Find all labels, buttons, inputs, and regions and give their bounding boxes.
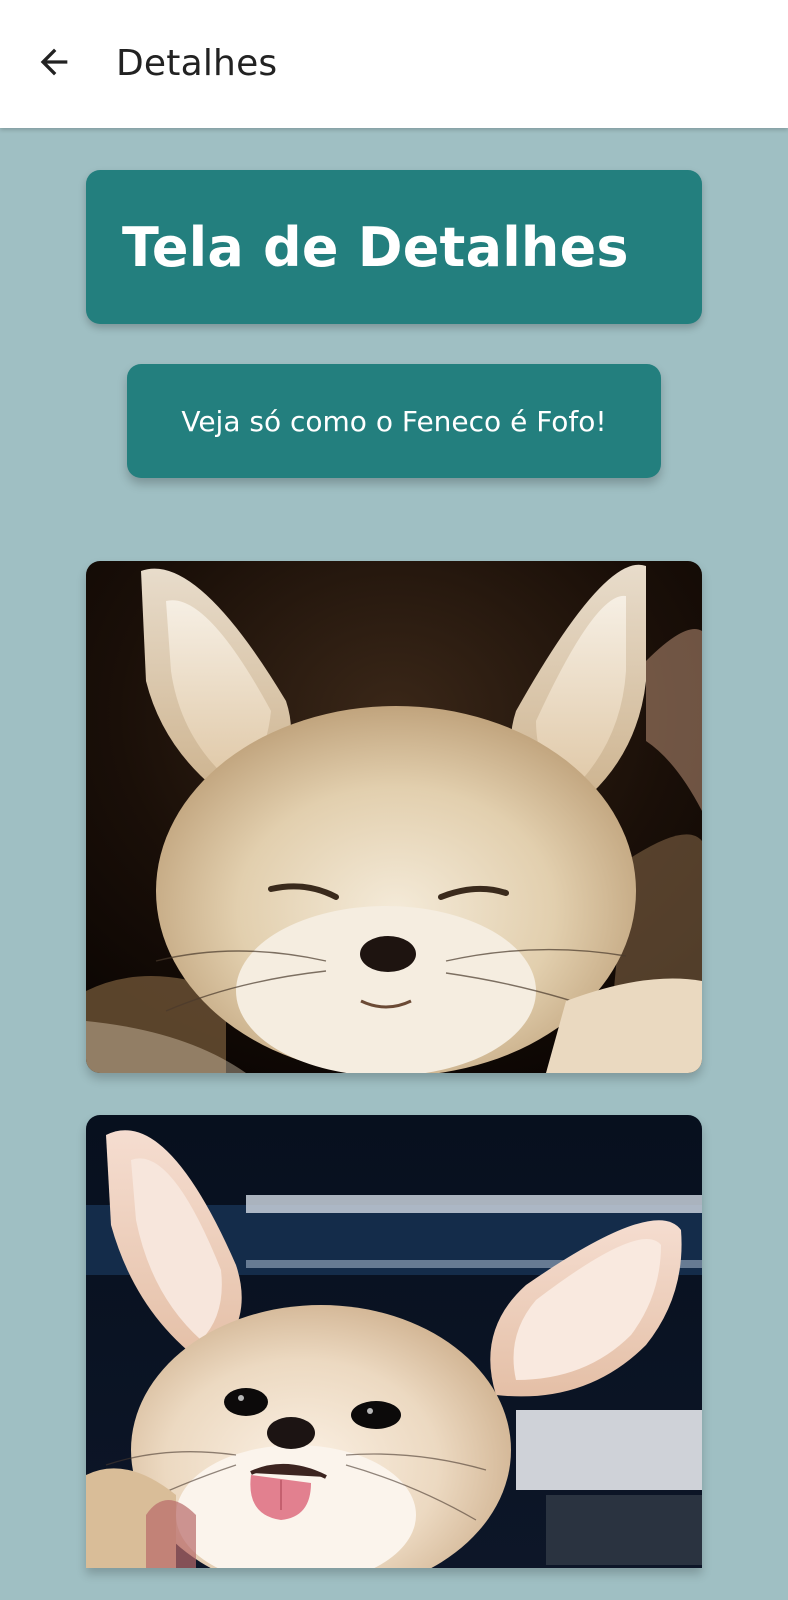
fennec-photo-2 — [86, 1115, 702, 1568]
details-header-card: Tela de Detalhes — [86, 170, 702, 324]
back-button[interactable] — [22, 30, 86, 94]
fennec-squinting-image — [86, 561, 702, 1073]
app-bar: Detalhes — [0, 0, 788, 128]
fennec-cute-button[interactable]: Veja só como o Feneco é Fofo! — [127, 364, 661, 478]
details-title: Tela de Detalhes — [122, 215, 629, 279]
arrow-left-icon — [40, 48, 68, 76]
app-bar-title: Detalhes — [116, 43, 278, 84]
fennec-photo-1 — [86, 561, 702, 1073]
fennec-tongue-image — [86, 1115, 702, 1568]
